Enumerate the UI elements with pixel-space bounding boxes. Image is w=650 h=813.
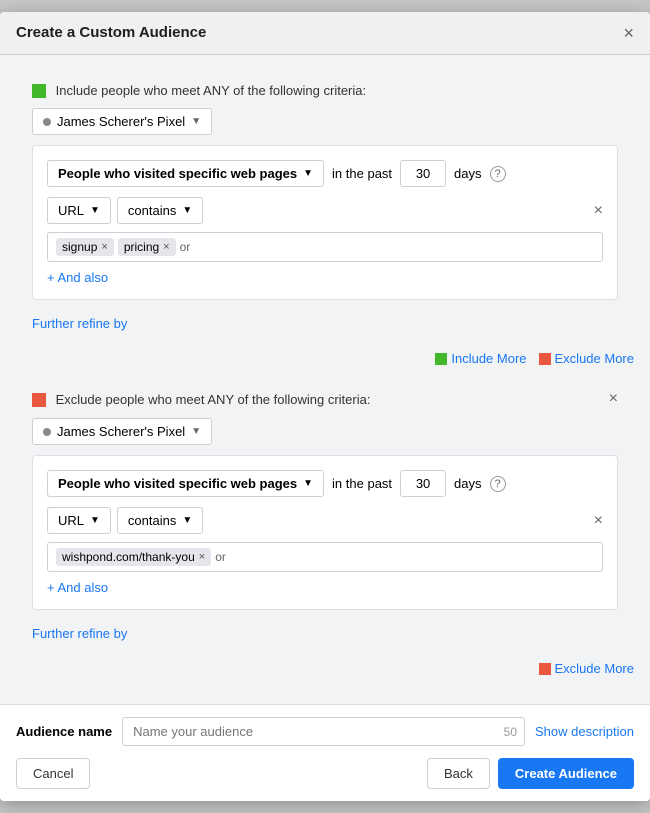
include-pixel-chevron-icon: ▼ bbox=[191, 116, 201, 127]
exclude-section: Exclude people who meet ANY of the follo… bbox=[16, 378, 634, 653]
close-button[interactable]: × bbox=[623, 24, 634, 42]
exclude-info-icon[interactable]: ? bbox=[490, 476, 506, 492]
include-more-icon bbox=[435, 353, 447, 365]
modal-body: Include people who meet ANY of the follo… bbox=[0, 55, 650, 705]
include-contains-chevron-icon: ▼ bbox=[182, 205, 192, 216]
include-rule-dropdown[interactable]: People who visited specific web pages ▼ bbox=[47, 160, 324, 187]
include-criteria-row: People who visited specific web pages ▼ … bbox=[47, 160, 603, 187]
include-pixel-name: James Scherer's Pixel bbox=[57, 114, 185, 129]
exclude-tag-wishpond: wishpond.com/thank-you × bbox=[56, 548, 211, 566]
exclude-days-input[interactable] bbox=[400, 470, 446, 497]
pixel-dot-icon bbox=[43, 118, 51, 126]
include-tags-row: signup × pricing × or bbox=[47, 232, 603, 262]
modal-header: Create a Custom Audience × bbox=[0, 12, 650, 55]
exclude-criteria-row: People who visited specific web pages ▼ … bbox=[47, 470, 603, 497]
audience-name-row: Audience name 50 Show description bbox=[16, 717, 634, 746]
exclude-section-close-button[interactable]: × bbox=[609, 390, 618, 408]
back-button[interactable]: Back bbox=[427, 758, 490, 789]
exclude-more-link-bottom[interactable]: Exclude More bbox=[539, 661, 634, 676]
exclude-in-the-past-label: in the past bbox=[332, 476, 392, 491]
exclude-action-row: Exclude More bbox=[16, 661, 634, 676]
exclude-header: Exclude people who meet ANY of the follo… bbox=[32, 390, 618, 408]
exclude-check-icon bbox=[32, 393, 46, 407]
exclude-further-refine-link[interactable]: Further refine by bbox=[32, 626, 127, 641]
include-tag-signup-remove[interactable]: × bbox=[101, 241, 107, 253]
exclude-section-label: Exclude people who meet ANY of the follo… bbox=[32, 392, 370, 408]
exclude-url-chevron-icon: ▼ bbox=[90, 515, 100, 526]
include-rule-chevron-icon: ▼ bbox=[303, 168, 313, 179]
include-section: Include people who meet ANY of the follo… bbox=[16, 71, 634, 344]
create-audience-button[interactable]: Create Audience bbox=[498, 758, 634, 789]
include-action-row: Include More Exclude More bbox=[16, 351, 634, 366]
audience-name-input-wrap: 50 bbox=[122, 717, 525, 746]
exclude-pixel-name: James Scherer's Pixel bbox=[57, 424, 185, 439]
exclude-or-label: or bbox=[215, 550, 226, 564]
exclude-pixel-dot-icon bbox=[43, 428, 51, 436]
footer-right-buttons: Back Create Audience bbox=[427, 758, 634, 789]
exclude-url-dropdown[interactable]: URL ▼ bbox=[47, 507, 111, 534]
include-tag-signup: signup × bbox=[56, 238, 114, 256]
exclude-rule-dropdown[interactable]: People who visited specific web pages ▼ bbox=[47, 470, 324, 497]
include-url-chevron-icon: ▼ bbox=[90, 205, 100, 216]
modal: Create a Custom Audience × Include peopl… bbox=[0, 12, 650, 802]
include-pixel-selector[interactable]: James Scherer's Pixel ▼ bbox=[32, 108, 212, 135]
exclude-more-icon-bottom bbox=[539, 663, 551, 675]
include-section-label: Include people who meet ANY of the follo… bbox=[32, 83, 618, 99]
exclude-contains-chevron-icon: ▼ bbox=[182, 515, 192, 526]
modal-footer: Audience name 50 Show description Cancel… bbox=[0, 704, 650, 801]
include-info-icon[interactable]: ? bbox=[490, 166, 506, 182]
exclude-url-row: URL ▼ contains ▼ × bbox=[47, 507, 603, 534]
exclude-contains-dropdown[interactable]: contains ▼ bbox=[117, 507, 203, 534]
include-criteria-box: People who visited specific web pages ▼ … bbox=[32, 145, 618, 300]
exclude-more-icon-top bbox=[539, 353, 551, 365]
footer-buttons: Cancel Back Create Audience bbox=[16, 758, 634, 789]
in-the-past-label: in the past bbox=[332, 166, 392, 181]
exclude-days-label: days bbox=[454, 476, 481, 491]
include-url-remove-button[interactable]: × bbox=[594, 202, 603, 220]
audience-name-label: Audience name bbox=[16, 724, 112, 739]
include-tag-pricing: pricing × bbox=[118, 238, 176, 256]
include-contains-dropdown[interactable]: contains ▼ bbox=[117, 197, 203, 224]
include-tag-pricing-remove[interactable]: × bbox=[163, 241, 169, 253]
include-more-link[interactable]: Include More bbox=[435, 351, 526, 366]
include-further-refine-link[interactable]: Further refine by bbox=[32, 316, 127, 331]
cancel-button[interactable]: Cancel bbox=[16, 758, 90, 789]
include-check-icon bbox=[32, 84, 46, 98]
audience-name-input[interactable] bbox=[122, 717, 525, 746]
exclude-criteria-box: People who visited specific web pages ▼ … bbox=[32, 455, 618, 610]
show-description-link[interactable]: Show description bbox=[535, 724, 634, 739]
exclude-pixel-chevron-icon: ▼ bbox=[191, 426, 201, 437]
include-days-label: days bbox=[454, 166, 481, 181]
exclude-pixel-selector[interactable]: James Scherer's Pixel ▼ bbox=[32, 418, 212, 445]
exclude-tag-wishpond-remove[interactable]: × bbox=[199, 551, 205, 563]
exclude-tags-row: wishpond.com/thank-you × or bbox=[47, 542, 603, 572]
include-url-row: URL ▼ contains ▼ × bbox=[47, 197, 603, 224]
char-count-display: 50 bbox=[504, 725, 517, 739]
include-url-dropdown[interactable]: URL ▼ bbox=[47, 197, 111, 224]
exclude-and-also-link[interactable]: + And also bbox=[47, 580, 108, 595]
exclude-more-link-top[interactable]: Exclude More bbox=[539, 351, 634, 366]
modal-title: Create a Custom Audience bbox=[16, 24, 206, 41]
exclude-rule-chevron-icon: ▼ bbox=[303, 478, 313, 489]
include-days-input[interactable] bbox=[400, 160, 446, 187]
include-and-also-link[interactable]: + And also bbox=[47, 270, 108, 285]
exclude-url-remove-button[interactable]: × bbox=[594, 512, 603, 530]
include-or-label: or bbox=[180, 240, 191, 254]
